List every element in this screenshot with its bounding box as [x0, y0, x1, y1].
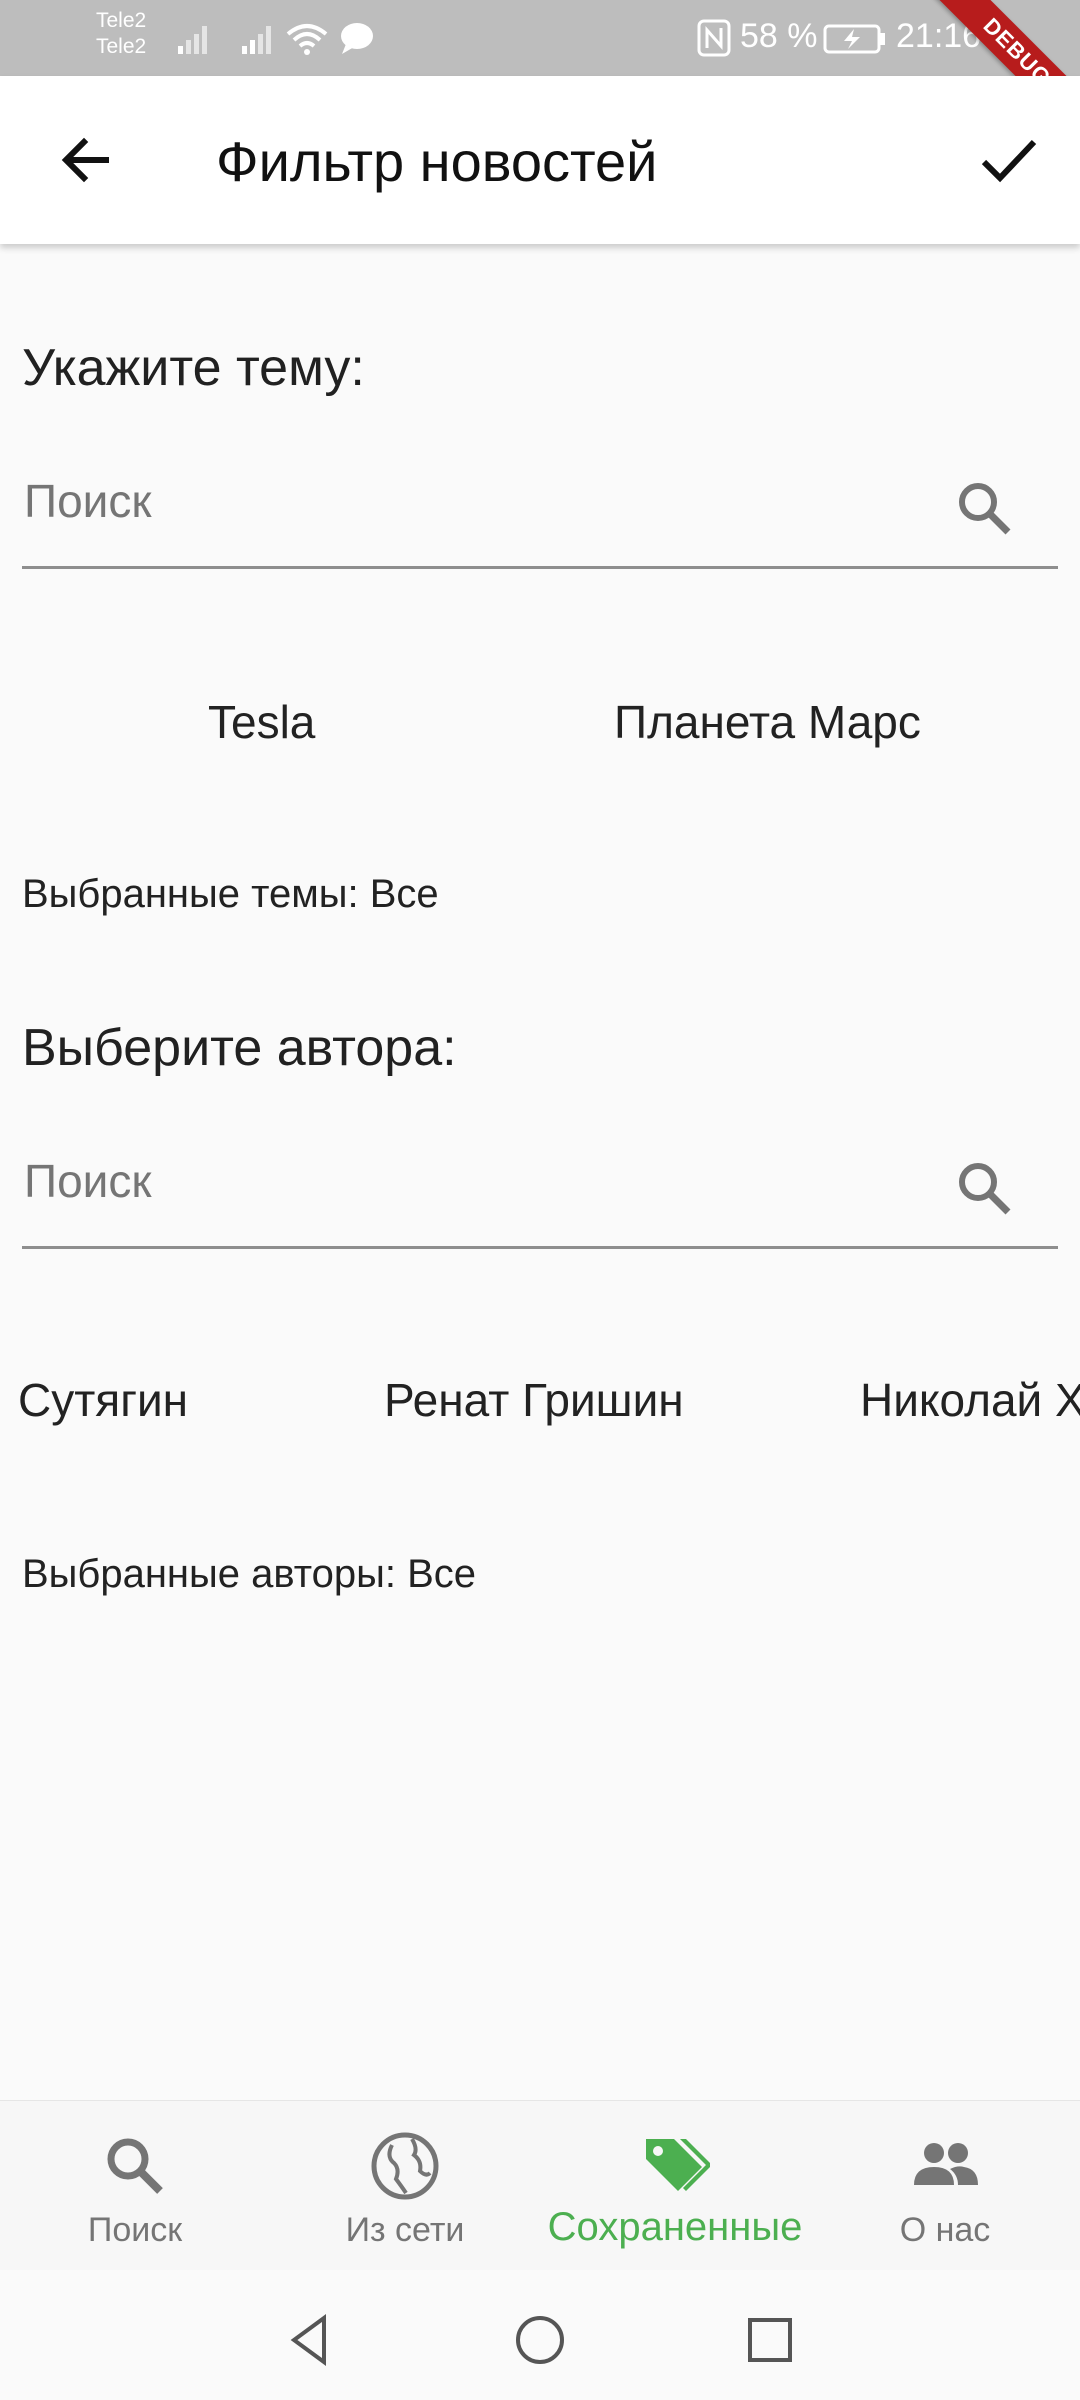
author-search-field[interactable]: [22, 1136, 1058, 1249]
nav-item-web[interactable]: Из сети: [270, 2101, 540, 2271]
nav-label-about: О нас: [899, 2211, 991, 2249]
nfc-icon: [697, 19, 731, 57]
back-button[interactable]: [50, 124, 122, 196]
author-chip-row: Сутягин Ренат Гришин Николай Х: [0, 1360, 1080, 1440]
battery-percent: 58 %: [740, 17, 818, 55]
search-icon[interactable]: [954, 478, 1014, 538]
signal-1-icon: [178, 26, 207, 54]
topic-search-input[interactable]: [22, 470, 926, 532]
nav-label-search: Поиск: [87, 2211, 183, 2249]
check-icon: [981, 139, 1037, 183]
system-navigation-bar: [0, 2270, 1080, 2400]
carrier-labels: Tele2 Tele2: [96, 8, 146, 60]
nav-label-saved: Сохраненные: [547, 2205, 803, 2249]
authors-heading: Выберите автора:: [22, 1019, 457, 1077]
nav-item-saved[interactable]: Сохраненные: [540, 2101, 810, 2271]
nav-item-about[interactable]: О нас: [810, 2101, 1080, 2271]
search-icon: [107, 2138, 163, 2194]
signal-2-icon: [242, 26, 271, 54]
confirm-button[interactable]: [972, 124, 1044, 196]
system-recents-icon[interactable]: [740, 2310, 800, 2370]
wifi-icon: [286, 24, 328, 55]
status-bar: Tele2 Tele2 58 % 21:16 DEBUG: [0, 0, 1080, 147]
page-title: Фильтр новостей: [216, 130, 658, 193]
selected-authors-text: Выбранные авторы: Все: [22, 1552, 477, 1596]
topics-heading: Укажите тему:: [22, 339, 365, 397]
bottom-navigation: Поиск Из сети Сохраненные О нас: [0, 2100, 1080, 2271]
author-chip-nikolay[interactable]: Николай Х: [860, 1372, 1080, 1428]
carrier-2: Tele2: [96, 35, 147, 58]
carrier-1: Tele2: [96, 9, 147, 32]
tags-icon: [646, 2139, 710, 2191]
search-icon[interactable]: [954, 1158, 1014, 1218]
author-chip-grishin[interactable]: Ренат Гришин: [384, 1372, 684, 1428]
battery-charging-icon: [823, 24, 885, 54]
topic-search-field[interactable]: [22, 456, 1058, 569]
selected-topics-text: Выбранные темы: Все: [22, 872, 439, 916]
arrow-back-icon: [61, 137, 109, 183]
system-back-icon[interactable]: [280, 2310, 340, 2370]
globe-icon: [371, 2132, 439, 2200]
message-icon: [341, 23, 373, 54]
nav-item-search[interactable]: Поиск: [0, 2101, 270, 2271]
system-home-icon[interactable]: [510, 2310, 570, 2370]
author-chip-sutyagin[interactable]: Сутягин: [18, 1372, 188, 1428]
people-icon: [914, 2143, 978, 2185]
nav-label-web: Из сети: [345, 2211, 465, 2249]
topic-chip-mars[interactable]: Планета Марс: [614, 694, 921, 750]
topic-chip-tesla[interactable]: Tesla: [208, 694, 315, 750]
author-search-input[interactable]: [22, 1150, 926, 1212]
app-bar: Фильтр новостей: [0, 76, 1080, 244]
